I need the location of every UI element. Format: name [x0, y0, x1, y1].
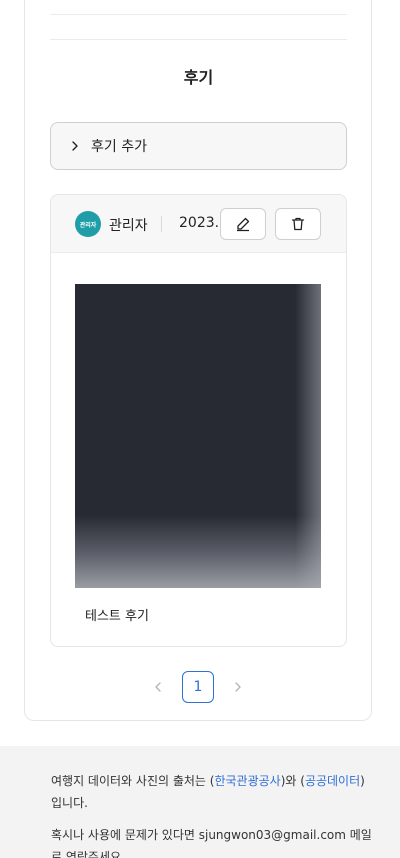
divider — [161, 216, 162, 232]
trash-icon — [291, 217, 305, 231]
footer-text: )와 ( — [280, 774, 305, 788]
footer-contact-text: 혹시나 사용에 문제가 있다면 sjungwon03@gmail.com 메일로… — [51, 828, 372, 858]
review-text: 테스트 후기 — [85, 609, 149, 624]
add-review-toggle[interactable]: 후기 추가 — [50, 122, 347, 170]
tourism-org-link[interactable]: 한국관광공사 — [214, 774, 280, 788]
review-author: 관리자 — [109, 218, 148, 234]
delete-review-button[interactable] — [275, 208, 321, 240]
review-date: 2023. — [179, 215, 220, 231]
add-review-label: 후기 추가 — [91, 139, 147, 155]
divider — [50, 14, 347, 15]
chevron-right-icon — [72, 141, 78, 151]
chevron-right-icon[interactable] — [232, 681, 244, 693]
review-card: 관리자 관리자 2023. 테스트 후기 — [50, 194, 347, 647]
pagination: 1 — [148, 671, 248, 703]
divider — [50, 39, 347, 40]
pencil-icon — [237, 217, 250, 232]
section-title: 후기 — [183, 68, 214, 87]
footer: 여행지 데이터와 사진의 출처는 (한국관광공사)와 (공공데이터)입니다. 혹… — [0, 746, 400, 858]
page-button-current[interactable]: 1 — [182, 671, 214, 703]
footer-source-text: 여행지 데이터와 사진의 출처는 (한국관광공사)와 (공공데이터)입니다. — [51, 770, 374, 814]
review-header: 관리자 관리자 2023. — [51, 195, 346, 253]
review-photo — [75, 284, 321, 588]
edit-review-button[interactable] — [220, 208, 266, 240]
footer-text: 여행지 데이터와 사진의 출처는 ( — [51, 774, 215, 788]
chevron-left-icon[interactable] — [152, 681, 164, 693]
page: 후기 후기 추가 관리자 관리자 2023. 테스트 후기 1 여행지 데이터와… — [0, 0, 400, 858]
avatar: 관리자 — [75, 211, 101, 237]
public-data-link[interactable]: 공공데이터 — [305, 774, 360, 788]
